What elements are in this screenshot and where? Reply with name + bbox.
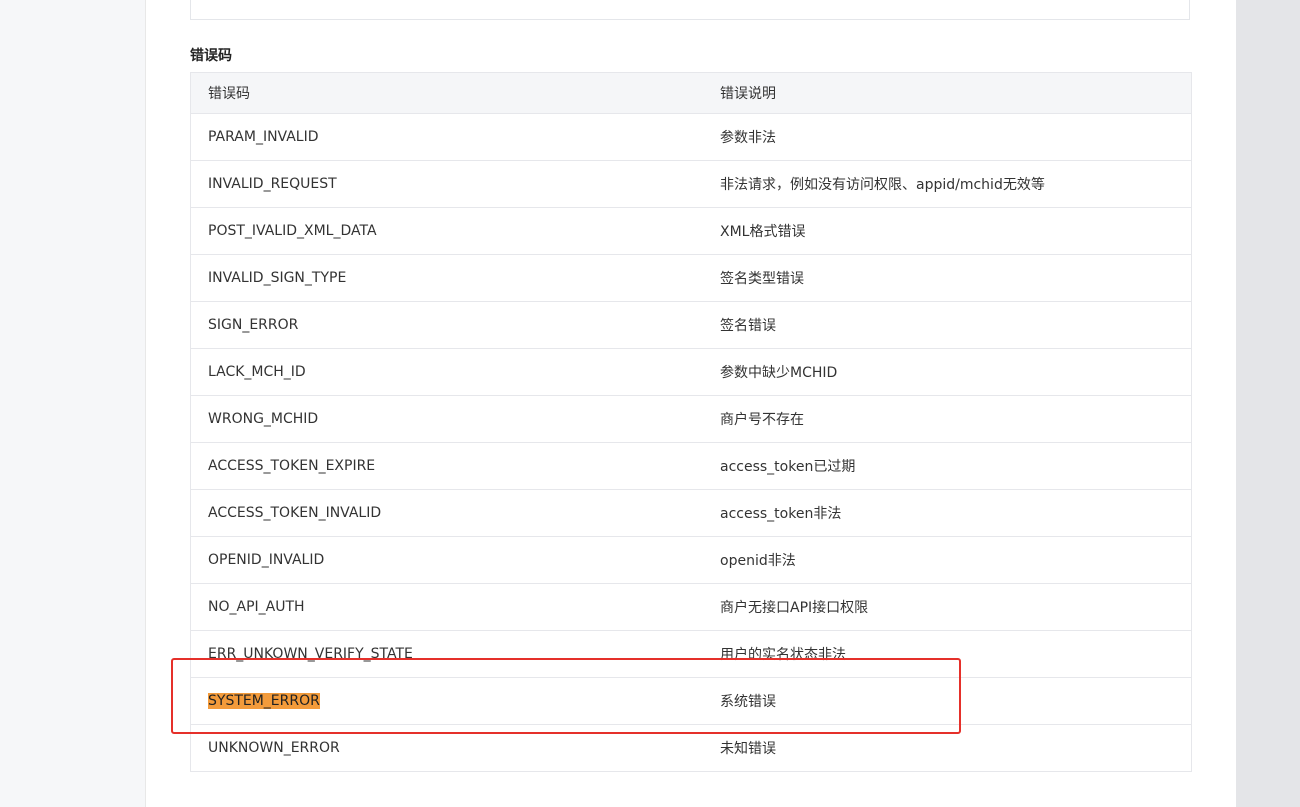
error-code-cell: INVALID_SIGN_TYPE <box>190 254 703 302</box>
error-code-cell: NO_API_AUTH <box>190 583 703 631</box>
error-desc-cell: 签名错误 <box>703 301 1192 349</box>
previous-table-tail <box>190 0 1190 20</box>
table-row: UNKNOWN_ERROR 未知错误 <box>190 724 1192 772</box>
doc-content: 错误码 错误码 错误说明 PARAM_INVALID 参数非法 INVALID_… <box>145 0 1237 807</box>
table-row: ACCESS_TOKEN_INVALID access_token非法 <box>190 489 1192 537</box>
header-error-code: 错误码 <box>190 72 703 114</box>
page: 错误码 错误码 错误说明 PARAM_INVALID 参数非法 INVALID_… <box>0 0 1300 807</box>
error-code-cell: INVALID_REQUEST <box>190 160 703 208</box>
error-desc-cell: 签名类型错误 <box>703 254 1192 302</box>
error-desc-cell: XML格式错误 <box>703 207 1192 255</box>
table-row: ERR_UNKOWN_VERIFY_STATE 用户的实名状态非法 <box>190 630 1192 678</box>
error-desc-cell: access_token已过期 <box>703 442 1192 490</box>
error-desc-cell: openid非法 <box>703 536 1192 584</box>
error-desc-cell: 未知错误 <box>703 724 1192 772</box>
table-row: ACCESS_TOKEN_EXPIRE access_token已过期 <box>190 442 1192 490</box>
error-code-cell: WRONG_MCHID <box>190 395 703 443</box>
table-row: INVALID_SIGN_TYPE 签名类型错误 <box>190 254 1192 302</box>
error-code-cell: POST_IVALID_XML_DATA <box>190 207 703 255</box>
error-code-table: 错误码 错误说明 PARAM_INVALID 参数非法 INVALID_REQU… <box>190 72 1192 772</box>
section-title: 错误码 <box>190 48 232 64</box>
error-code-cell: ACCESS_TOKEN_INVALID <box>190 489 703 537</box>
error-code-cell: LACK_MCH_ID <box>190 348 703 396</box>
table-header-row: 错误码 错误说明 <box>190 72 1192 114</box>
table-row: INVALID_REQUEST 非法请求，例如没有访问权限、appid/mchi… <box>190 160 1192 208</box>
error-code-cell: SYSTEM_ERROR <box>190 677 703 725</box>
error-code-cell: SIGN_ERROR <box>190 301 703 349</box>
table-row: LACK_MCH_ID 参数中缺少MCHID <box>190 348 1192 396</box>
error-code-cell: OPENID_INVALID <box>190 536 703 584</box>
table-row: NO_API_AUTH 商户无接口API接口权限 <box>190 583 1192 631</box>
error-desc-cell: 商户无接口API接口权限 <box>703 583 1192 631</box>
table-row: POST_IVALID_XML_DATA XML格式错误 <box>190 207 1192 255</box>
error-code-cell: PARAM_INVALID <box>190 113 703 161</box>
table-row: SIGN_ERROR 签名错误 <box>190 301 1192 349</box>
search-highlight: SYSTEM_ERROR <box>208 693 320 709</box>
table-row: PARAM_INVALID 参数非法 <box>190 113 1192 161</box>
error-code-cell: UNKNOWN_ERROR <box>190 724 703 772</box>
error-code-cell: ERR_UNKOWN_VERIFY_STATE <box>190 630 703 678</box>
table-row: OPENID_INVALID openid非法 <box>190 536 1192 584</box>
error-desc-cell: access_token非法 <box>703 489 1192 537</box>
error-desc-cell: 商户号不存在 <box>703 395 1192 443</box>
error-desc-cell: 参数非法 <box>703 113 1192 161</box>
table-row-highlighted: SYSTEM_ERROR 系统错误 <box>190 677 1192 725</box>
error-desc-cell: 用户的实名状态非法 <box>703 630 1192 678</box>
error-desc-cell: 非法请求，例如没有访问权限、appid/mchid无效等 <box>703 160 1192 208</box>
header-error-desc: 错误说明 <box>703 72 1192 114</box>
error-code-cell: ACCESS_TOKEN_EXPIRE <box>190 442 703 490</box>
error-desc-cell: 系统错误 <box>703 677 1192 725</box>
right-gutter <box>1236 0 1300 807</box>
table-row: WRONG_MCHID 商户号不存在 <box>190 395 1192 443</box>
error-desc-cell: 参数中缺少MCHID <box>703 348 1192 396</box>
